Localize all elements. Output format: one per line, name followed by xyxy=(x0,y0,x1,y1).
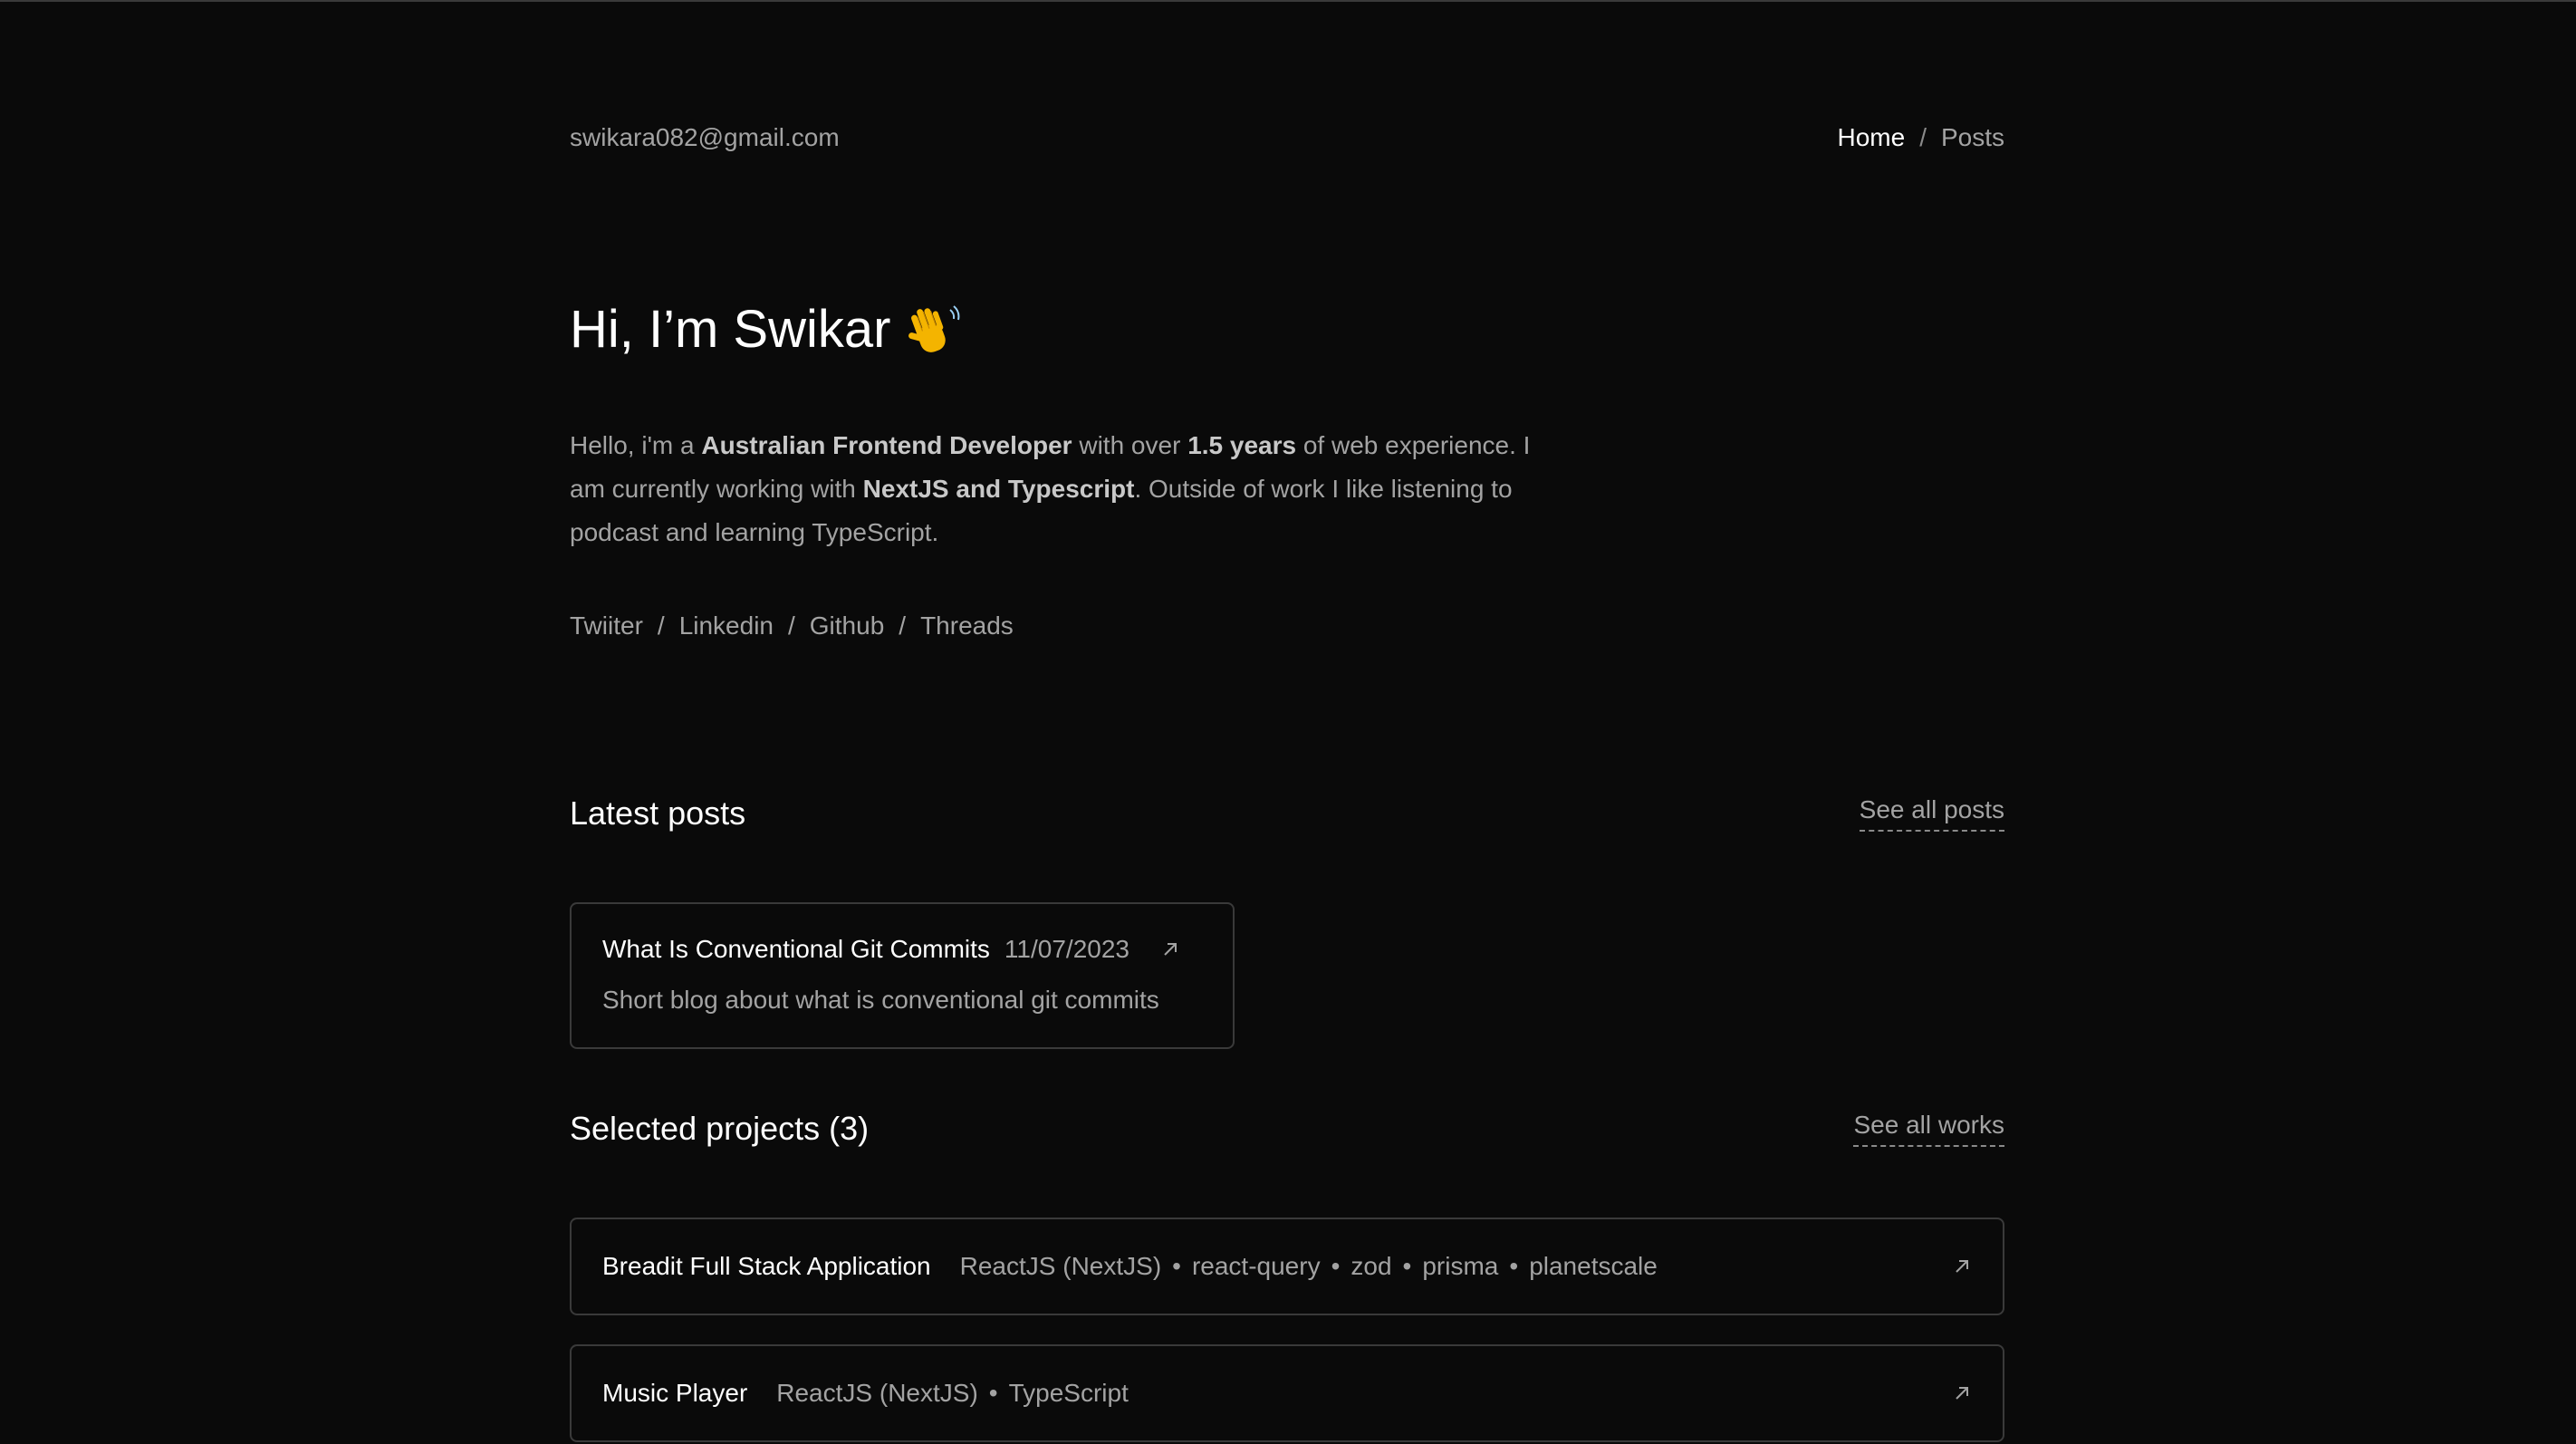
projects-title: Selected projects (3) xyxy=(570,1110,870,1147)
bio-highlight-role: Australian Frontend Developer xyxy=(701,431,1072,459)
project-tags: ReactJS (NextJS) • TypeScript xyxy=(776,1379,1129,1408)
post-date: 11/07/2023 xyxy=(1004,935,1129,963)
waving-hand-icon xyxy=(908,304,960,352)
project-tag: TypeScript xyxy=(1008,1379,1129,1407)
post-card[interactable]: What Is Conventional Git Commits 11/07/2… xyxy=(570,902,1235,1049)
tag-separator: • xyxy=(1402,1252,1412,1280)
bio-text-1: Hello, i'm a xyxy=(570,431,702,459)
project-name: Music Player xyxy=(602,1379,748,1407)
project-tag: planetscale xyxy=(1529,1252,1658,1280)
bio-highlight-stack: NextJS and Typescript xyxy=(862,475,1135,503)
project-tag: zod xyxy=(1350,1252,1392,1280)
arrow-up-right-icon xyxy=(1956,1387,1968,1400)
latest-posts-title: Latest posts xyxy=(570,794,746,832)
tag-separator: • xyxy=(988,1379,998,1407)
project-tag: prisma xyxy=(1422,1252,1499,1280)
bio-highlight-experience: 1.5 years xyxy=(1187,431,1297,459)
tag-separator: • xyxy=(1172,1252,1181,1280)
project-tag: ReactJS (NextJS) xyxy=(959,1252,1162,1280)
twitter-link[interactable]: Twiiter xyxy=(570,611,643,640)
project-tags: ReactJS (NextJS) • react-query • zod • p… xyxy=(960,1252,1658,1281)
social-separator: / xyxy=(657,611,665,640)
bio-paragraph: Hello, i'm a Australian Frontend Develop… xyxy=(570,424,1548,554)
project-tag: ReactJS (NextJS) xyxy=(776,1379,978,1407)
nav-separator: / xyxy=(1919,123,1927,151)
post-card-header: What Is Conventional Git Commits 11/07/2… xyxy=(602,935,1202,964)
bio-text-2: with over xyxy=(1072,431,1188,459)
post-title: What Is Conventional Git Commits xyxy=(602,935,990,963)
see-all-posts-link[interactable]: See all posts xyxy=(1859,795,2004,832)
nav-home-link[interactable]: Home xyxy=(1837,123,1905,152)
email-address: swikara082@gmail.com xyxy=(570,123,840,151)
page-title-text: Hi, I’m Swikar xyxy=(570,300,891,359)
post-description: Short blog about what is conventional gi… xyxy=(602,986,1159,1014)
page-title: Hi, I’m Swikar xyxy=(570,299,961,360)
breadcrumb-nav: Home / Posts xyxy=(1837,123,2004,152)
github-link[interactable]: Github xyxy=(810,611,885,640)
nav-posts-link[interactable]: Posts xyxy=(1941,123,2004,152)
see-all-works-link[interactable]: See all works xyxy=(1853,1111,2004,1147)
project-name: Breadit Full Stack Application xyxy=(602,1252,931,1280)
linkedin-link[interactable]: Linkedin xyxy=(679,611,774,640)
tag-separator: • xyxy=(1331,1252,1341,1280)
project-tag: react-query xyxy=(1191,1252,1321,1280)
arrow-up-right-icon xyxy=(1164,943,1177,956)
social-separator: / xyxy=(788,611,795,640)
social-links: Twiiter / Linkedin / Github / Threads xyxy=(570,611,1014,640)
tag-separator: • xyxy=(1509,1252,1519,1280)
arrow-up-right-icon xyxy=(1956,1260,1968,1273)
threads-link[interactable]: Threads xyxy=(920,611,1014,640)
site-header: swikara082@gmail.com Home / Posts xyxy=(570,120,2004,156)
latest-posts-header: Latest posts See all posts xyxy=(570,794,2004,833)
projects-header: Selected projects (3) See all works xyxy=(570,1110,2004,1148)
project-card-music-player[interactable]: Music Player ReactJS (NextJS) • TypeScri… xyxy=(570,1344,2004,1442)
project-card-breadit[interactable]: Breadit Full Stack Application ReactJS (… xyxy=(570,1218,2004,1315)
social-separator: / xyxy=(899,611,907,640)
